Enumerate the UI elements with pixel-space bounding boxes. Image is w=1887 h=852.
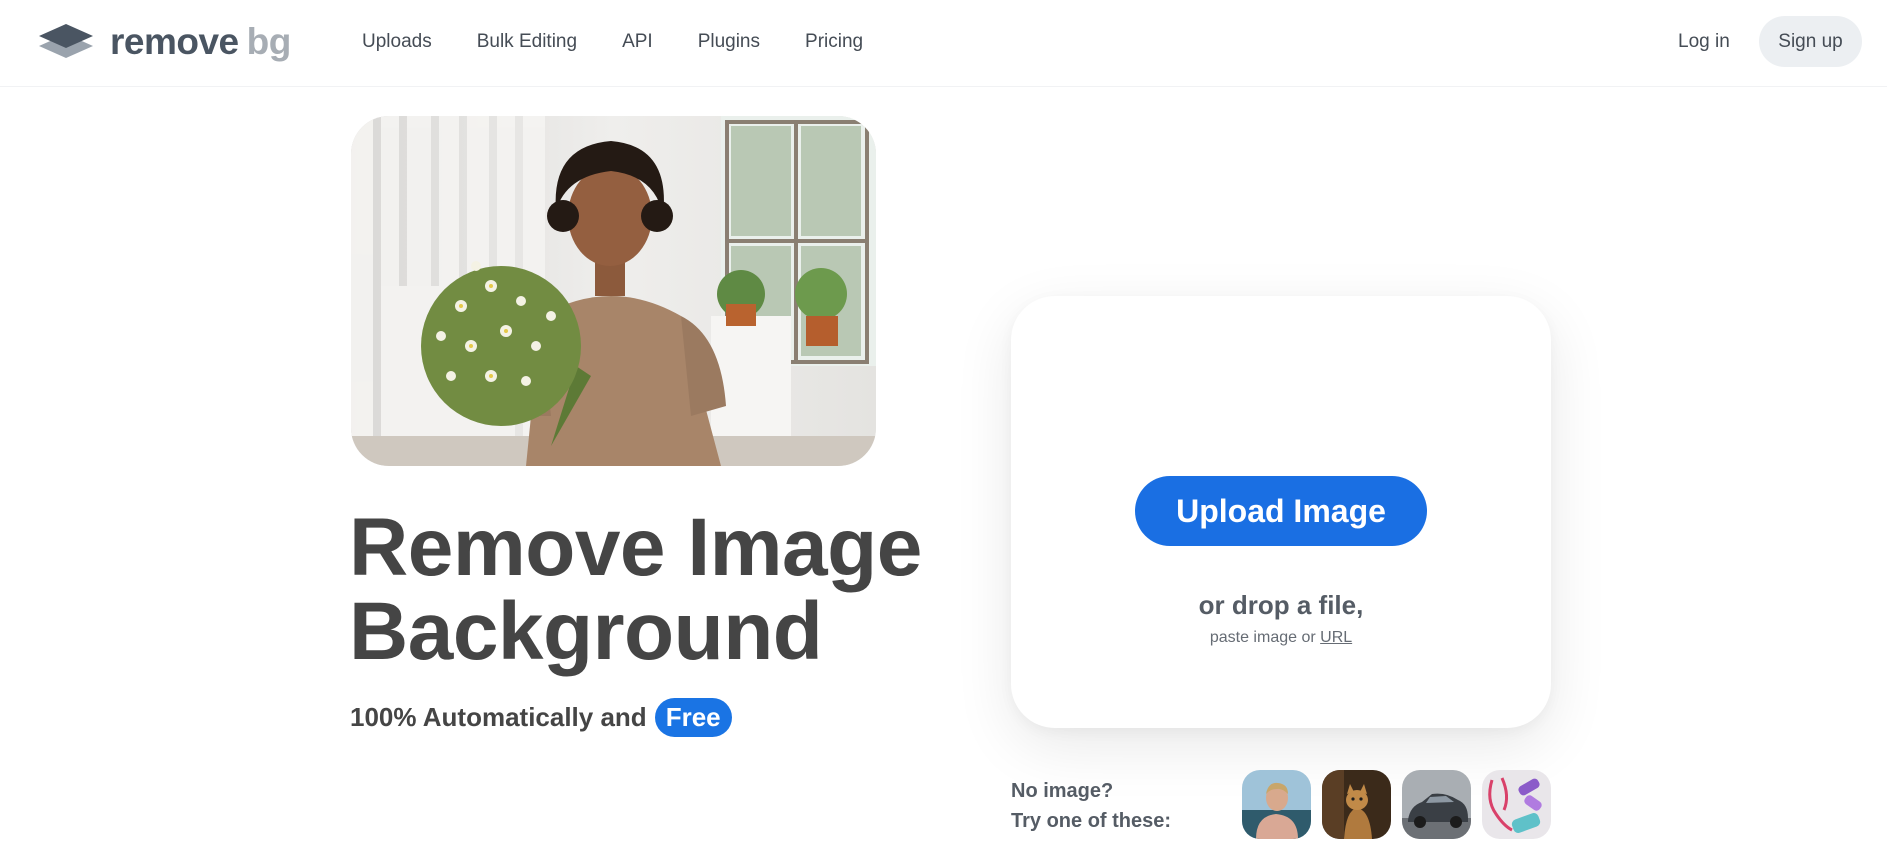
logo-word-bg: bg [246,20,292,62]
logo-wordmark: remove bg [110,23,291,60]
nav-api[interactable]: API [622,29,653,55]
main-nav: Uploads Bulk Editing API Plugins Pricing [362,29,908,55]
page: remove bg Uploads Bulk Editing API Plugin… [0,0,1887,852]
page-title: Remove Image Background [349,506,969,674]
url-link[interactable]: URL [1320,629,1352,646]
nav-bulk-editing[interactable]: Bulk Editing [477,29,577,55]
sample-cat-icon [1322,770,1391,839]
nav-uploads[interactable]: Uploads [362,29,432,55]
sample-prompt: No image? Try one of these: [1011,776,1171,836]
sample-person[interactable] [1242,770,1311,839]
free-badge: Free [654,697,732,737]
sample-fitness[interactable] [1482,770,1551,839]
title-line-1: Remove Image [349,502,922,593]
top-nav-bar: remove bg Uploads Bulk Editing API Plugin… [0,0,1887,87]
paste-hint-text: paste image or [1209,629,1316,646]
hero-subtitle: 100% Automatically and Free [350,697,732,737]
sample-prompt-line-2: Try one of these: [1011,810,1172,832]
hero-illustration [351,116,876,466]
sample-cat[interactable] [1322,770,1391,839]
logo-link[interactable]: remove bg [38,20,291,62]
sample-images [1242,770,1551,839]
upload-dropzone[interactable]: Upload Image or drop a file, paste image… [1011,296,1551,728]
signup-button[interactable]: Sign up [1759,16,1862,67]
sample-person-icon [1242,770,1311,839]
paste-hint: paste image or URL [1011,629,1551,647]
logo-icon [39,24,93,58]
nav-plugins[interactable]: Plugins [698,29,760,55]
login-link[interactable]: Log in [1678,29,1730,55]
sample-car-icon [1402,770,1471,839]
upload-image-button[interactable]: Upload Image [1135,476,1427,546]
subtitle-text: 100% Automatically and [350,701,647,732]
title-line-2: Background [349,586,823,677]
sample-car[interactable] [1402,770,1471,839]
drop-file-text: or drop a file, [1198,590,1364,620]
nav-pricing[interactable]: Pricing [805,29,863,55]
sample-prompt-line-1: No image? [1011,780,1114,802]
logo-word-remove: remove [110,20,239,62]
hero-image [351,116,876,466]
sample-fitness-icon [1482,770,1551,839]
